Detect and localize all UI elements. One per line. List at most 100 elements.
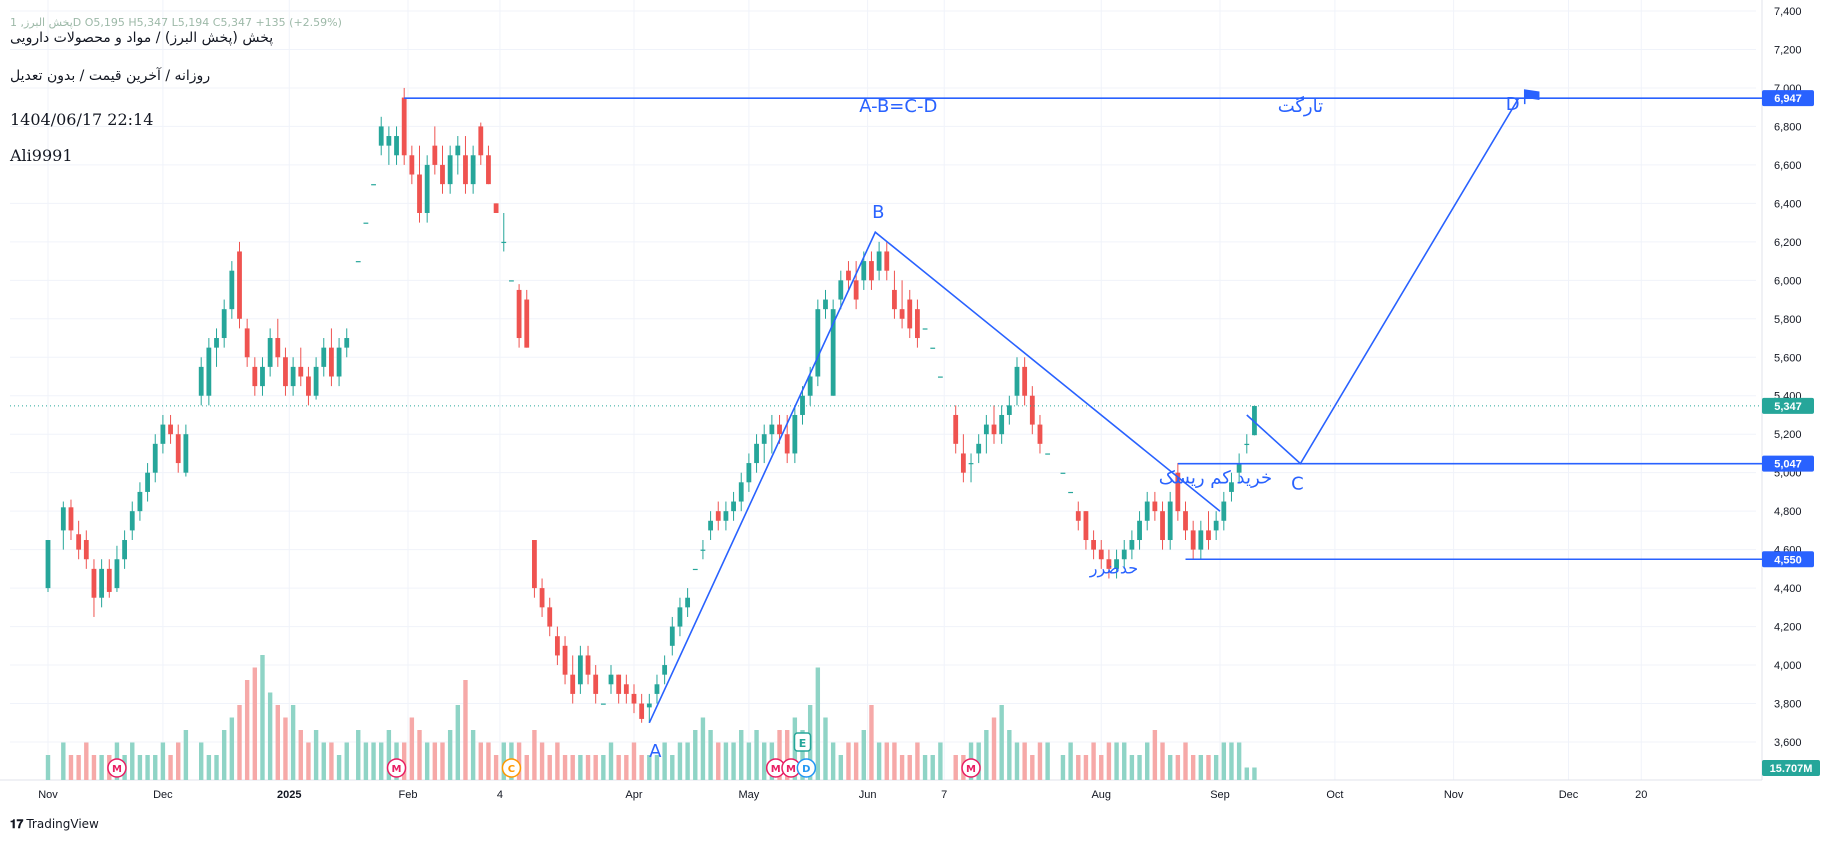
volume-bar	[700, 717, 706, 780]
candle-body	[784, 434, 790, 454]
candle-body	[275, 338, 281, 358]
volume-bar	[486, 742, 491, 780]
candle-body	[723, 511, 729, 521]
volume-bar	[922, 755, 928, 780]
volume-bar	[1037, 742, 1043, 780]
candle-body	[585, 655, 591, 675]
candle-body	[336, 347, 342, 377]
time-tick-label: May	[738, 789, 759, 801]
volume-bar	[578, 755, 583, 780]
volume-bar	[130, 742, 135, 780]
candle-body	[1244, 443, 1250, 446]
candle-body	[329, 347, 334, 377]
candle-body	[892, 289, 897, 310]
event-marker-label: C	[508, 764, 515, 775]
candle-body	[937, 376, 943, 378]
price-tick-label: 4,200	[1774, 622, 1802, 634]
candle-body	[1083, 511, 1089, 541]
time-tick-label: Sep	[1210, 789, 1230, 801]
candle-body	[838, 280, 844, 300]
candle-body	[953, 414, 959, 444]
candle-body	[861, 261, 867, 281]
volume-bar	[1152, 730, 1158, 780]
candle-body	[114, 559, 120, 589]
candle-body	[884, 251, 890, 271]
candle-body	[631, 693, 637, 704]
volume-bar	[815, 667, 821, 780]
volume-bar	[363, 742, 369, 780]
volume-bar	[1076, 755, 1081, 780]
volume-bar	[570, 755, 575, 780]
volume-bar	[176, 742, 181, 780]
volume-bar	[899, 755, 905, 780]
candle-body	[152, 443, 158, 473]
volume-bar	[336, 755, 342, 780]
candle-body	[344, 338, 350, 348]
candle-body	[493, 203, 499, 213]
volume-bar	[723, 742, 729, 780]
candle-body	[1006, 405, 1012, 415]
candle-body	[1045, 453, 1051, 455]
brand-name: TradingView	[26, 817, 99, 831]
candle-body	[532, 540, 537, 589]
candle-body	[214, 338, 219, 348]
volume-bar	[1030, 755, 1035, 780]
candle-body	[290, 366, 296, 387]
price-tick-label: 6,200	[1774, 237, 1802, 249]
candle-body	[409, 155, 415, 175]
price-badge-label: 5,047	[1774, 459, 1802, 471]
candle-body	[1221, 501, 1227, 521]
volume-bar	[1106, 742, 1112, 780]
volume-badge-label: 15.707M	[1770, 763, 1813, 775]
price-badge-label: 5,347	[1774, 401, 1802, 413]
volume-bar	[137, 755, 143, 780]
volume-bar	[1007, 730, 1012, 780]
flag-icon[interactable]	[1523, 89, 1540, 105]
volume-bar	[344, 742, 349, 780]
volume-bar	[1167, 755, 1173, 780]
event-marker-label: M	[966, 764, 976, 775]
candle-body	[516, 289, 522, 339]
candle-body	[853, 280, 859, 300]
candle-body	[662, 665, 668, 675]
time-tick-label: Nov	[1444, 789, 1464, 801]
tradingview-logo[interactable]: 𝟏𝟕 TradingView	[10, 817, 99, 832]
candle-body	[792, 414, 798, 454]
candle-body	[470, 155, 476, 185]
volume-bar	[999, 705, 1004, 780]
candle-body	[509, 280, 514, 282]
volume-bar	[440, 742, 445, 780]
time-tick-label: Apr	[625, 789, 642, 801]
volume-bar	[199, 742, 204, 780]
candle-body	[570, 674, 576, 694]
pattern-projection-line[interactable]	[1246, 97, 1520, 465]
price-chart[interactable]: 7,4007,2007,0006,8006,6006,4006,2006,000…	[0, 0, 1836, 843]
candle-body	[823, 299, 828, 310]
candle-body	[708, 520, 713, 531]
volume-bar	[99, 755, 104, 780]
volume-bar	[168, 755, 173, 780]
candle-body	[99, 568, 105, 598]
pattern-pattern-line[interactable]	[648, 230, 1221, 724]
volume-bar	[145, 755, 150, 780]
volume-bar	[45, 755, 51, 780]
chart-subtitle: روزانه / آخرین قیمت / بدون تعدیل	[10, 68, 211, 84]
candle-body	[106, 568, 112, 592]
volume-bar	[838, 755, 844, 780]
candle-body	[562, 645, 568, 675]
volume-bar	[869, 705, 874, 780]
candle-body	[145, 472, 150, 492]
candle-body	[1014, 366, 1020, 396]
volume-bar	[298, 730, 303, 780]
author: Ali9991	[10, 146, 73, 165]
volume-bar	[685, 742, 690, 780]
volume-bar	[608, 742, 614, 780]
volume-bar	[283, 717, 288, 780]
volume-bar	[306, 742, 311, 780]
volume-bar	[1252, 767, 1257, 780]
volume-bar	[830, 742, 836, 780]
volume-bar	[1236, 742, 1242, 780]
volume-bar	[221, 730, 227, 780]
candle-body	[229, 270, 235, 310]
candle-body	[1190, 530, 1196, 550]
